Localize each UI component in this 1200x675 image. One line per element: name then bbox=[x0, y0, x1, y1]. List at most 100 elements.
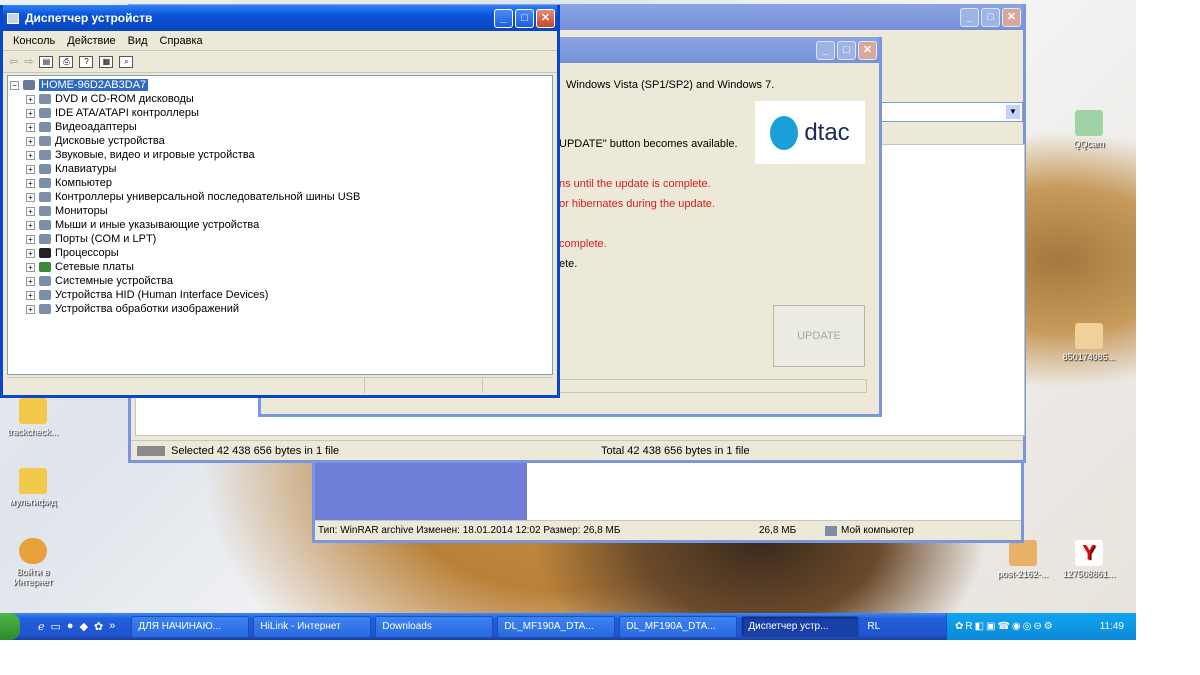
yandex-icon: Y bbox=[1075, 540, 1103, 566]
tree-item[interactable]: + IDE ATA/ATAPI контроллеры bbox=[26, 106, 199, 120]
show-desktop-icon[interactable]: ▭ bbox=[51, 620, 61, 633]
drive-icon bbox=[137, 445, 165, 456]
forward-arrow-icon[interactable]: ⇨ bbox=[24, 55, 33, 68]
desktop-icon-internet[interactable]: Войти в Интернет bbox=[0, 538, 70, 587]
tree-item[interactable]: + Устройства HID (Human Interface Devices… bbox=[26, 288, 268, 302]
tree-item[interactable]: + Процессоры bbox=[26, 246, 119, 260]
maximize-button[interactable]: □ bbox=[515, 8, 534, 28]
desktop-icon-qqcam[interactable]: QQcam bbox=[1052, 110, 1126, 149]
console-tree-icon[interactable]: ▤ bbox=[39, 55, 54, 68]
expand-icon[interactable]: + bbox=[26, 220, 35, 230]
close-button[interactable]: ✕ bbox=[1002, 7, 1021, 27]
status-pane bbox=[483, 378, 553, 393]
back-arrow-icon[interactable]: ⇦ bbox=[9, 55, 18, 68]
tree-item[interactable]: + Сетевые платы bbox=[26, 260, 134, 274]
minimize-button[interactable]: _ bbox=[960, 7, 979, 27]
tree-item[interactable]: + Видеоадаптеры bbox=[26, 120, 137, 134]
menu-view[interactable]: Вид bbox=[122, 35, 154, 47]
update-button[interactable]: UPDATE bbox=[773, 305, 865, 367]
minimize-button[interactable]: _ bbox=[494, 8, 513, 28]
expand-icon[interactable]: + bbox=[26, 178, 35, 188]
menu-console[interactable]: Консоль bbox=[7, 35, 61, 47]
tree-item[interactable]: + DVD и CD-ROM дисководы bbox=[26, 92, 194, 106]
task-button-active[interactable]: Диспетчер устр... bbox=[741, 615, 860, 638]
tree-item[interactable]: + Дисковые устройства bbox=[26, 134, 165, 148]
device-manager-titlebar[interactable]: Диспетчер устройств _ □ ✕ bbox=[3, 5, 557, 31]
expand-icon[interactable]: + bbox=[26, 262, 35, 272]
tree-item[interactable]: + Устройства обработки изображений bbox=[26, 302, 239, 316]
usb-icon bbox=[39, 192, 51, 202]
expand-icon[interactable]: + bbox=[26, 136, 35, 146]
desktop-icon-yandex[interactable]: Y 127508861... bbox=[1052, 540, 1126, 579]
maximize-button[interactable]: □ bbox=[837, 40, 856, 60]
expand-icon[interactable]: + bbox=[26, 164, 35, 174]
desktop-icon-trackcheck[interactable]: trackcheck... bbox=[0, 398, 70, 437]
expand-icon[interactable]: + bbox=[26, 192, 35, 202]
tree-item[interactable]: + Системные устройства bbox=[26, 274, 173, 288]
menu-action[interactable]: Действие bbox=[61, 35, 121, 47]
desktop-icon-multifeed[interactable]: мультифид bbox=[0, 468, 70, 507]
expand-icon[interactable]: + bbox=[26, 94, 35, 104]
archive-icon bbox=[1009, 540, 1037, 566]
expand-icon[interactable]: + bbox=[26, 108, 35, 118]
task-button[interactable]: DL_MF190A_DTA... bbox=[497, 615, 616, 638]
expand-icon[interactable]: + bbox=[26, 248, 35, 258]
qq-icon bbox=[1075, 110, 1103, 136]
expand-icon[interactable]: + bbox=[26, 122, 35, 132]
network-card-icon bbox=[39, 262, 51, 272]
expand-icon[interactable]: + bbox=[26, 304, 35, 314]
close-button[interactable]: ✕ bbox=[858, 40, 877, 60]
help-icon[interactable]: ? bbox=[79, 55, 94, 68]
language-indicator[interactable]: RL bbox=[867, 621, 880, 632]
task-button[interactable]: ДЛЯ НАЧИНАЮ... bbox=[131, 615, 250, 638]
winrar-path-dropdown[interactable]: ▼ bbox=[881, 102, 1023, 122]
monitor-icon bbox=[39, 206, 51, 216]
collapse-icon[interactable]: − bbox=[10, 80, 19, 90]
expand-icon[interactable]: + bbox=[26, 290, 35, 300]
tree-item[interactable]: + Мыши и иные указывающие устройства bbox=[26, 218, 259, 232]
desktop-icon-file[interactable]: 850174985... bbox=[1052, 323, 1126, 362]
expand-icon[interactable]: + bbox=[26, 276, 35, 286]
task-button[interactable]: DL_MF190A_DTA... bbox=[619, 615, 738, 638]
tree-root[interactable]: − HOME-96D2AB3DA7 bbox=[10, 78, 149, 92]
chevron-down-icon[interactable]: ▼ bbox=[1006, 105, 1020, 119]
tree-item[interactable]: + Мониторы bbox=[26, 204, 108, 218]
task-button[interactable]: HiLink - Интернет bbox=[253, 615, 372, 638]
start-button[interactable] bbox=[0, 613, 20, 640]
explorer-status-type: Тип: WinRAR archive Изменен: 18.01.2014 … bbox=[318, 525, 621, 536]
clock[interactable]: 11:49 bbox=[1100, 621, 1124, 632]
media-icon[interactable]: ◆ bbox=[80, 620, 88, 633]
tree-item[interactable]: + Клавиатуры bbox=[26, 162, 116, 176]
desktop-icon-post[interactable]: post-2162-... bbox=[986, 540, 1060, 579]
tray-icons[interactable]: ✿R◧▣☎◉◎⊖⚙ bbox=[955, 621, 1055, 632]
close-button[interactable]: ✕ bbox=[536, 8, 555, 28]
maximize-button[interactable]: □ bbox=[981, 7, 1000, 27]
sound-device-icon bbox=[39, 150, 51, 160]
display-adapter-icon bbox=[39, 122, 51, 132]
overflow-chevron-icon[interactable]: » bbox=[109, 620, 115, 633]
updater-line-6: ete. bbox=[559, 258, 578, 270]
ie-icon[interactable]: ℯ bbox=[38, 620, 45, 633]
ide-controller-icon bbox=[39, 108, 51, 118]
expand-icon[interactable]: + bbox=[26, 234, 35, 244]
expand-icon[interactable]: + bbox=[26, 206, 35, 216]
updater-line-2: UPDATE" button becomes available. bbox=[559, 138, 738, 150]
updater-warning-3: complete. bbox=[559, 238, 607, 250]
tree-item[interactable]: + Контроллеры универсальной последователь… bbox=[26, 190, 360, 204]
desktop: QQcam 850174985... trackcheck... мультиф… bbox=[0, 0, 1136, 640]
print-icon[interactable]: ⎙ bbox=[59, 55, 74, 68]
flower-icon[interactable]: ✿ bbox=[94, 620, 103, 633]
firefox-icon[interactable]: ● bbox=[67, 620, 74, 633]
tree-item[interactable]: + Звуковые, видео и игровые устройства bbox=[26, 148, 255, 162]
minimize-button[interactable]: _ bbox=[816, 40, 835, 60]
tree-item[interactable]: + Порты (COM и LPT) bbox=[26, 232, 156, 246]
system-device-icon bbox=[39, 276, 51, 286]
expand-icon[interactable]: + bbox=[26, 150, 35, 160]
task-button[interactable]: Downloads bbox=[375, 615, 494, 638]
menu-help[interactable]: Справка bbox=[154, 35, 209, 47]
tree-item[interactable]: + Компьютер bbox=[26, 176, 112, 190]
scan-hardware-icon[interactable]: ⌕ bbox=[119, 55, 134, 68]
device-tree[interactable]: − HOME-96D2AB3DA7 + DVD и CD-ROM дисковод… bbox=[7, 75, 553, 375]
taskbar: ℯ ▭ ● ◆ ✿ » ДЛЯ НАЧИНАЮ... HiLink - Инте… bbox=[0, 613, 1136, 640]
properties-icon[interactable]: ▦ bbox=[99, 55, 114, 68]
